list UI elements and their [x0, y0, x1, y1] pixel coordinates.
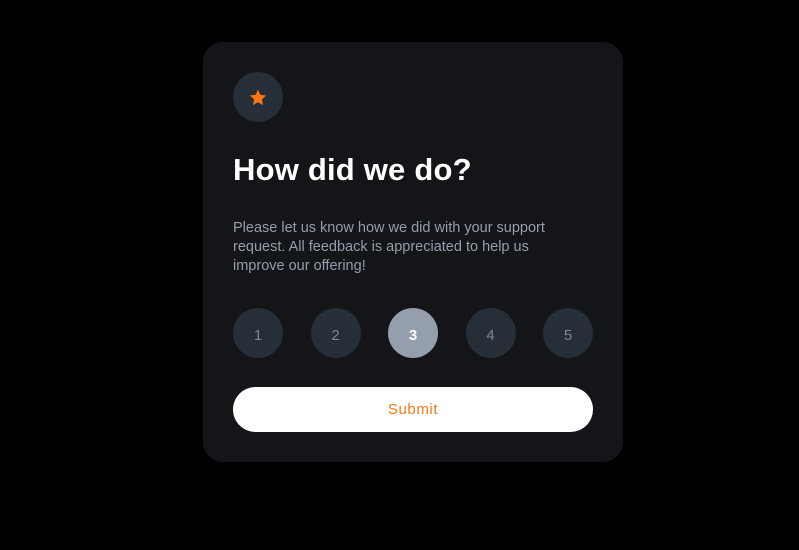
star-icon [249, 89, 267, 106]
rating-button-5[interactable]: 5 [543, 308, 593, 358]
rating-options: 1 2 3 4 5 [233, 308, 593, 358]
submit-button[interactable]: Submit [233, 387, 593, 432]
star-badge [233, 72, 283, 122]
rating-card: How did we do? Please let us know how we… [203, 42, 623, 462]
page-title: How did we do? [233, 152, 472, 187]
rating-button-3[interactable]: 3 [388, 308, 438, 358]
rating-button-4[interactable]: 4 [465, 308, 516, 358]
rating-button-2[interactable]: 2 [310, 308, 361, 358]
rating-button-1[interactable]: 1 [233, 308, 283, 358]
description-text: Please let us know how we did with your … [233, 220, 545, 274]
